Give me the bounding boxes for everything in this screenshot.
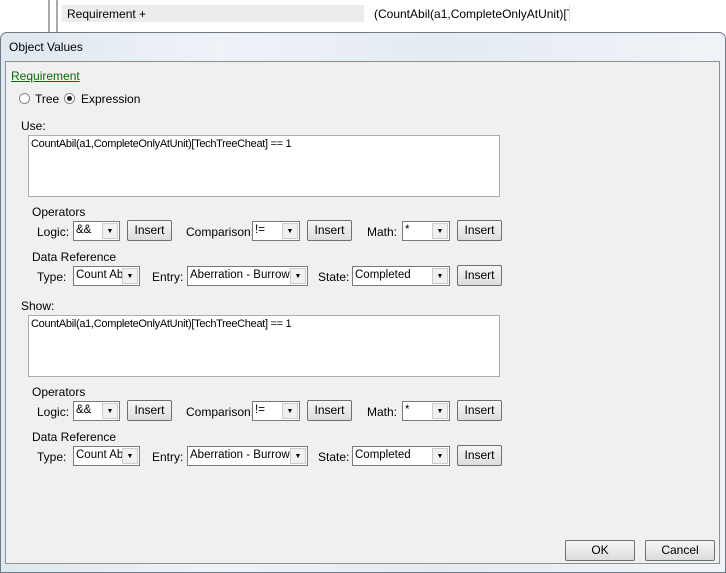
insert-comparison-button[interactable]: Insert	[307, 400, 352, 421]
math-value: *	[405, 404, 410, 416]
section-label: Show:	[21, 299, 55, 313]
comparison-value: !=	[255, 224, 265, 236]
cancel-button[interactable]: Cancel	[645, 540, 715, 561]
tree-radio-label[interactable]: Tree	[35, 92, 59, 106]
state-label: State:	[318, 450, 350, 464]
divider	[56, 0, 58, 32]
type-label: Type:	[37, 270, 67, 284]
type-select[interactable]: Count Abi ▼	[73, 446, 140, 466]
entry-select[interactable]: Aberration - Burrow ▼	[187, 266, 308, 286]
tree-radio[interactable]	[19, 93, 30, 104]
logic-label: Logic:	[37, 225, 70, 239]
comparison-select[interactable]: != ▼	[252, 401, 300, 421]
entry-value: Aberration - Burrow	[190, 269, 290, 281]
insert-logic-button[interactable]: Insert	[127, 220, 172, 241]
background-row-label[interactable]: Requirement +	[62, 5, 364, 22]
background-row-value[interactable]: (CountAbil(a1,CompleteOnlyAtUnit)[TechTr…	[370, 5, 570, 22]
chevron-down-icon: ▼	[290, 448, 306, 464]
object-values-dialog: Object Values Requirement Tree Expressio…	[0, 32, 726, 573]
chevron-down-icon: ▼	[102, 223, 118, 239]
state-select[interactable]: Completed ▼	[352, 446, 450, 466]
insert-math-button[interactable]: Insert	[457, 220, 502, 241]
expression-radio-label[interactable]: Expression	[81, 92, 140, 106]
logic-value: &&	[76, 224, 92, 236]
comparison-label: Comparison:	[186, 225, 255, 239]
comparison-value: !=	[255, 404, 265, 416]
data-reference-label: Data Reference	[32, 250, 117, 264]
requirement-link[interactable]: Requirement	[11, 69, 80, 83]
comparison-select[interactable]: != ▼	[252, 221, 300, 241]
insert-math-button[interactable]: Insert	[457, 400, 502, 421]
chevron-down-icon: ▼	[432, 268, 448, 284]
type-label: Type:	[37, 450, 67, 464]
insert-comparison-button[interactable]: Insert	[307, 220, 352, 241]
section-label: Use:	[21, 119, 46, 133]
ok-button[interactable]: OK	[565, 540, 635, 561]
chevron-down-icon: ▼	[282, 223, 298, 239]
math-select[interactable]: * ▼	[402, 221, 450, 241]
math-select[interactable]: * ▼	[402, 401, 450, 421]
math-label: Math:	[367, 405, 398, 419]
chevron-down-icon: ▼	[432, 403, 448, 419]
entry-value: Aberration - Burrow	[190, 449, 290, 461]
insert-logic-button[interactable]: Insert	[127, 400, 172, 421]
chevron-down-icon: ▼	[432, 448, 448, 464]
chevron-down-icon: ▼	[432, 223, 448, 239]
entry-select[interactable]: Aberration - Burrow ▼	[187, 446, 308, 466]
chevron-down-icon: ▼	[282, 403, 298, 419]
expression-textarea[interactable]: CountAbil(a1,CompleteOnlyAtUnit)[TechTre…	[28, 135, 500, 197]
expression-radio[interactable]	[64, 93, 75, 104]
logic-value: &&	[76, 404, 92, 416]
entry-label: Entry:	[152, 450, 184, 464]
divider	[48, 0, 50, 32]
math-value: *	[405, 224, 410, 236]
comparison-label: Comparison:	[186, 405, 255, 419]
state-value: Completed	[355, 449, 411, 461]
chevron-down-icon: ▼	[122, 268, 138, 284]
operators-label: Operators	[32, 205, 86, 219]
type-value: Count Abi	[76, 449, 126, 461]
state-select[interactable]: Completed ▼	[352, 266, 450, 286]
type-select[interactable]: Count Abi ▼	[73, 266, 140, 286]
expression-textarea[interactable]: CountAbil(a1,CompleteOnlyAtUnit)[TechTre…	[28, 315, 500, 377]
logic-select[interactable]: && ▼	[73, 401, 120, 421]
type-value: Count Abi	[76, 269, 126, 281]
chevron-down-icon: ▼	[122, 448, 138, 464]
data-reference-label: Data Reference	[32, 430, 117, 444]
state-value: Completed	[355, 269, 411, 281]
entry-label: Entry:	[152, 270, 184, 284]
dialog-title: Object Values	[9, 40, 83, 54]
dialog-panel: Requirement Tree Expression Use: CountAb…	[5, 61, 720, 564]
insert-data-reference-button[interactable]: Insert	[457, 265, 502, 286]
chevron-down-icon: ▼	[102, 403, 118, 419]
chevron-down-icon: ▼	[290, 268, 306, 284]
insert-data-reference-button[interactable]: Insert	[457, 445, 502, 466]
logic-select[interactable]: && ▼	[73, 221, 120, 241]
state-label: State:	[318, 270, 350, 284]
math-label: Math:	[367, 225, 398, 239]
logic-label: Logic:	[37, 405, 70, 419]
operators-label: Operators	[32, 385, 86, 399]
